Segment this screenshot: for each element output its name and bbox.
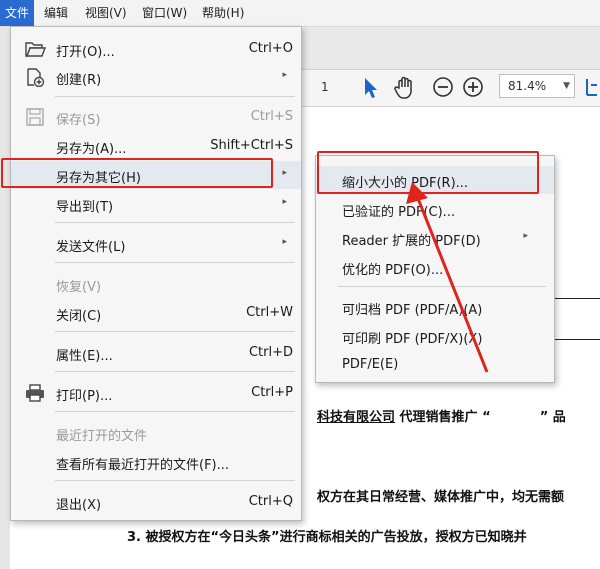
zoom-out-icon[interactable]	[430, 73, 456, 101]
menu-separator	[55, 480, 295, 481]
menu-item-save[interactable]: 保存(S) Ctrl+S	[11, 103, 301, 131]
menu-file[interactable]: 文件	[0, 0, 35, 26]
chevron-right-icon: ▸	[523, 231, 528, 241]
submenu-item-certified-pdf[interactable]: 已验证的 PDF(C)...	[316, 195, 554, 223]
document-text: ” 品	[539, 410, 566, 425]
chevron-right-icon: ▸	[282, 237, 287, 247]
menu-item-properties[interactable]: 属性(E)... Ctrl+D	[11, 339, 301, 367]
menu-edit[interactable]: 编辑	[39, 0, 73, 26]
menu-item-revert[interactable]: 恢复(V)	[11, 270, 301, 298]
menu-window[interactable]: 窗口(W)	[137, 0, 192, 26]
zoom-value: 81.4%	[508, 79, 547, 93]
document-text: 代理销售推广 “	[399, 410, 491, 425]
highlight-box	[1, 158, 273, 188]
fit-page-icon[interactable]	[583, 73, 600, 101]
select-arrow-icon[interactable]	[357, 73, 383, 101]
submenu-item-press-ready-pdf[interactable]: 可印刷 PDF (PDF/X)(X)	[316, 322, 554, 350]
save-icon	[26, 108, 44, 126]
menu-help[interactable]: 帮助(H)	[197, 0, 249, 26]
menu-item-view-all-recent[interactable]: 查看所有最近打开的文件(F)...	[11, 448, 301, 476]
highlight-box	[317, 151, 539, 194]
menu-item-create[interactable]: 创建(R) ▸	[11, 63, 301, 91]
form-underline	[555, 339, 600, 340]
chevron-right-icon: ▸	[282, 168, 287, 178]
document-line: 权方在其日常经营、媒体推广中，均无需额	[317, 490, 565, 505]
submenu-item-reader-extended-pdf[interactable]: Reader 扩展的 PDF(D) ▸	[316, 224, 554, 252]
menu-separator	[55, 222, 295, 223]
menu-separator	[338, 286, 546, 287]
chevron-right-icon: ▸	[282, 70, 287, 80]
menu-separator	[55, 331, 295, 332]
tab-strip	[290, 27, 600, 70]
chevron-down-icon: ▼	[563, 81, 570, 91]
left-panel	[0, 27, 10, 569]
menu-item-exit[interactable]: 退出(X) Ctrl+Q	[11, 488, 301, 516]
hand-tool-icon[interactable]	[392, 73, 418, 101]
menu-view[interactable]: 视图(V)	[80, 0, 132, 26]
create-pdf-icon	[27, 68, 45, 87]
menu-item-open[interactable]: 打开(O)... Ctrl+O	[11, 35, 301, 63]
printer-icon	[26, 384, 44, 402]
folder-open-icon	[25, 42, 46, 57]
document-line: 科技有限公司 代理销售推广 “ ” 品	[317, 406, 566, 425]
submenu-item-pdf-e[interactable]: PDF/E(E)	[316, 351, 554, 379]
menu-separator	[55, 96, 295, 97]
menu-item-export-to[interactable]: 导出到(T) ▸	[11, 190, 301, 218]
menu-separator	[55, 262, 295, 263]
form-underline	[555, 298, 600, 299]
submenu-item-optimized-pdf[interactable]: 优化的 PDF(O)...	[316, 253, 554, 281]
menu-item-save-as[interactable]: 另存为(A)... Shift+Ctrl+S	[11, 132, 301, 160]
menu-bar: 文件 编辑 视图(V) 窗口(W) 帮助(H)	[0, 0, 600, 27]
zoom-select[interactable]: 81.4% ▼	[499, 74, 575, 98]
chevron-right-icon: ▸	[282, 197, 287, 207]
document-line: 3. 被授权方在“今日头条”进行商标相关的广告投放，授权方已知晓并	[127, 530, 527, 545]
menu-item-send-file[interactable]: 发送文件(L) ▸	[11, 230, 301, 258]
menu-item-close[interactable]: 关闭(C) Ctrl+W	[11, 299, 301, 327]
menu-separator	[55, 371, 295, 372]
company-name: 科技有限公司	[317, 410, 396, 425]
menu-item-recent-files: 最近打开的文件	[56, 429, 148, 444]
menu-item-print[interactable]: 打印(P)... Ctrl+P	[11, 379, 301, 407]
zoom-in-icon[interactable]	[460, 73, 486, 101]
page-number[interactable]: 1	[321, 80, 329, 94]
file-menu: 打开(O)... Ctrl+O 创建(R) ▸ 保存(S) Ctrl+S 另存为…	[10, 26, 302, 521]
submenu-item-archivable-pdf[interactable]: 可归档 PDF (PDF/A)(A)	[316, 293, 554, 321]
menu-separator	[55, 411, 295, 412]
